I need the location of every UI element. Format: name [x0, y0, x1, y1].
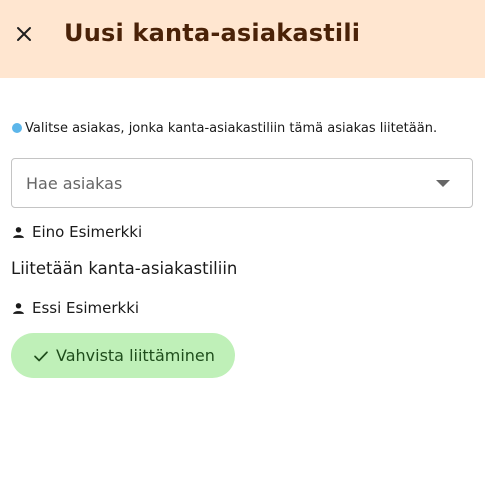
confirm-button-label: Vahvista liittäminen	[56, 346, 215, 365]
dialog-title: Uusi kanta-asiakastili	[64, 19, 361, 47]
customer-search-select[interactable]	[11, 158, 473, 208]
person-icon	[12, 226, 25, 239]
check-icon	[32, 347, 50, 365]
info-text: Valitse asiakas, jonka kanta-asiakastili…	[25, 120, 438, 136]
customer-row-primary: Eino Esimerkki	[12, 222, 142, 242]
info-dot-icon	[12, 123, 22, 133]
person-icon	[12, 302, 25, 315]
customer-search-input[interactable]	[26, 159, 426, 207]
close-button[interactable]	[12, 22, 36, 46]
link-label: Liitetään kanta-asiakastiliin	[11, 259, 238, 278]
customer-row-secondary: Essi Esimerkki	[12, 298, 139, 318]
customer-name: Essi Esimerkki	[32, 299, 140, 317]
close-icon	[12, 22, 36, 46]
customer-name: Eino Esimerkki	[32, 223, 143, 241]
confirm-link-button[interactable]: Vahvista liittäminen	[11, 333, 235, 378]
dialog-header: Uusi kanta-asiakastili	[0, 0, 485, 78]
info-message: Valitse asiakas, jonka kanta-asiakastili…	[12, 119, 437, 137]
chevron-down-icon[interactable]	[436, 180, 450, 187]
